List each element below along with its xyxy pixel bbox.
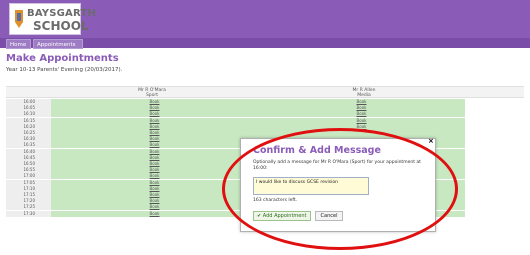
table-row: 16:05 Book Book (6, 105, 524, 112)
time-cell: 16:40 (6, 148, 51, 155)
time-cell: 16:15 (6, 117, 51, 124)
book-link[interactable]: Book (51, 198, 258, 205)
slot-cell (258, 130, 465, 136)
book-link[interactable]: Book (258, 111, 465, 118)
empty-cell (465, 179, 524, 186)
book-link[interactable]: Book (51, 210, 258, 217)
book-link[interactable]: Book (51, 117, 258, 124)
book-link[interactable]: Book (51, 105, 258, 112)
empty-cell (465, 161, 524, 167)
empty-cell (465, 173, 524, 180)
crest-icon (15, 10, 23, 28)
table-row: 16:15 Book Book (6, 117, 524, 124)
book-link[interactable]: Book (51, 185, 258, 192)
time-cell: 16:05 (6, 105, 51, 112)
table-row: 16:00 Book Book (6, 99, 524, 105)
book-link[interactable]: Book (51, 130, 258, 136)
empty-cell (465, 148, 524, 155)
empty-cell (465, 111, 524, 118)
time-cell: 16:25 (6, 130, 51, 136)
time-cell: 17:20 (6, 198, 51, 205)
table-header: Mr R O'Mara Sport Mr R Allen Media (6, 86, 524, 98)
page-subtitle: Year 10-13 Parents' Evening (20/03/2017)… (6, 67, 123, 73)
chars-left-counter: 163 characters left. (253, 198, 298, 203)
empty-cell (465, 105, 524, 112)
book-link[interactable]: Book (258, 117, 465, 124)
cancel-button[interactable]: Cancel (315, 211, 343, 221)
empty-cell (465, 142, 524, 149)
nav-home[interactable]: Home (6, 39, 31, 49)
add-appointment-label: Add Appointment (262, 213, 307, 219)
empty-cell (465, 210, 524, 217)
book-link[interactable]: Book (258, 99, 465, 105)
book-link[interactable]: Book (51, 173, 258, 180)
time-cell: 16:20 (6, 123, 51, 130)
nav-appointments[interactable]: Appointments (33, 39, 83, 49)
logo-line2: SCHOOL (33, 19, 89, 33)
logo-line1: BAYSGARTH (27, 8, 97, 19)
book-link[interactable]: Book (51, 142, 258, 149)
empty-cell (465, 192, 524, 198)
empty-cell (465, 99, 524, 105)
time-cell: 17:25 (6, 204, 51, 211)
close-icon[interactable]: × (428, 137, 434, 145)
book-link[interactable]: Book (51, 154, 258, 161)
dialog-description: Optionally add a message for Mr R O'Mara… (253, 160, 421, 171)
book-link[interactable]: Book (51, 111, 258, 118)
message-textarea[interactable]: I would like to discuss GCSE revision (253, 177, 369, 195)
time-cell: 17:30 (6, 210, 51, 217)
time-cell: 16:50 (6, 161, 51, 167)
time-cell: 16:30 (6, 136, 51, 143)
book-link[interactable]: Book (51, 148, 258, 155)
book-link[interactable]: Book (51, 204, 258, 211)
book-link[interactable]: Book (51, 99, 258, 105)
empty-cell (465, 154, 524, 161)
column-subject-1: Sport (145, 93, 159, 98)
book-link[interactable]: Book (51, 167, 258, 174)
confirm-dialog: × Confirm & Add Message Optionally add a… (240, 137, 436, 232)
empty-cell (465, 136, 524, 143)
book-link[interactable]: Book (51, 161, 258, 167)
time-cell: 17:10 (6, 185, 51, 192)
checkmark-icon: ✔ (257, 213, 262, 219)
empty-cell (465, 123, 524, 130)
dialog-title: Confirm & Add Message (253, 145, 381, 156)
time-cell: 16:45 (6, 154, 51, 161)
time-cell: 17:05 (6, 179, 51, 186)
book-link[interactable]: Book (258, 105, 465, 112)
book-link[interactable]: Book (51, 123, 258, 130)
column-subject-2: Media (357, 93, 371, 98)
empty-cell (465, 130, 524, 136)
empty-cell (465, 204, 524, 211)
add-appointment-button[interactable]: ✔ Add Appointment (253, 211, 311, 221)
time-cell: 17:00 (6, 173, 51, 180)
table-row: 16:20 Book Book (6, 123, 524, 130)
empty-cell (465, 117, 524, 124)
time-cell: 16:00 (6, 99, 51, 105)
time-cell: 16:35 (6, 142, 51, 149)
book-link[interactable]: Book (258, 123, 465, 130)
time-cell: 17:15 (6, 192, 51, 198)
book-link[interactable]: Book (51, 192, 258, 198)
empty-cell (465, 185, 524, 192)
time-cell: 16:55 (6, 167, 51, 174)
time-cell: 16:10 (6, 111, 51, 118)
empty-cell (465, 198, 524, 205)
empty-cell (465, 167, 524, 174)
book-link[interactable]: Book (51, 179, 258, 186)
table-row: 16:10 Book Book (6, 111, 524, 118)
table-row: 16:25 Book (6, 130, 524, 136)
book-link[interactable]: Book (51, 136, 258, 143)
page-title: Make Appointments (6, 53, 119, 64)
school-logo[interactable]: BAYSGARTH SCHOOL (9, 3, 96, 35)
